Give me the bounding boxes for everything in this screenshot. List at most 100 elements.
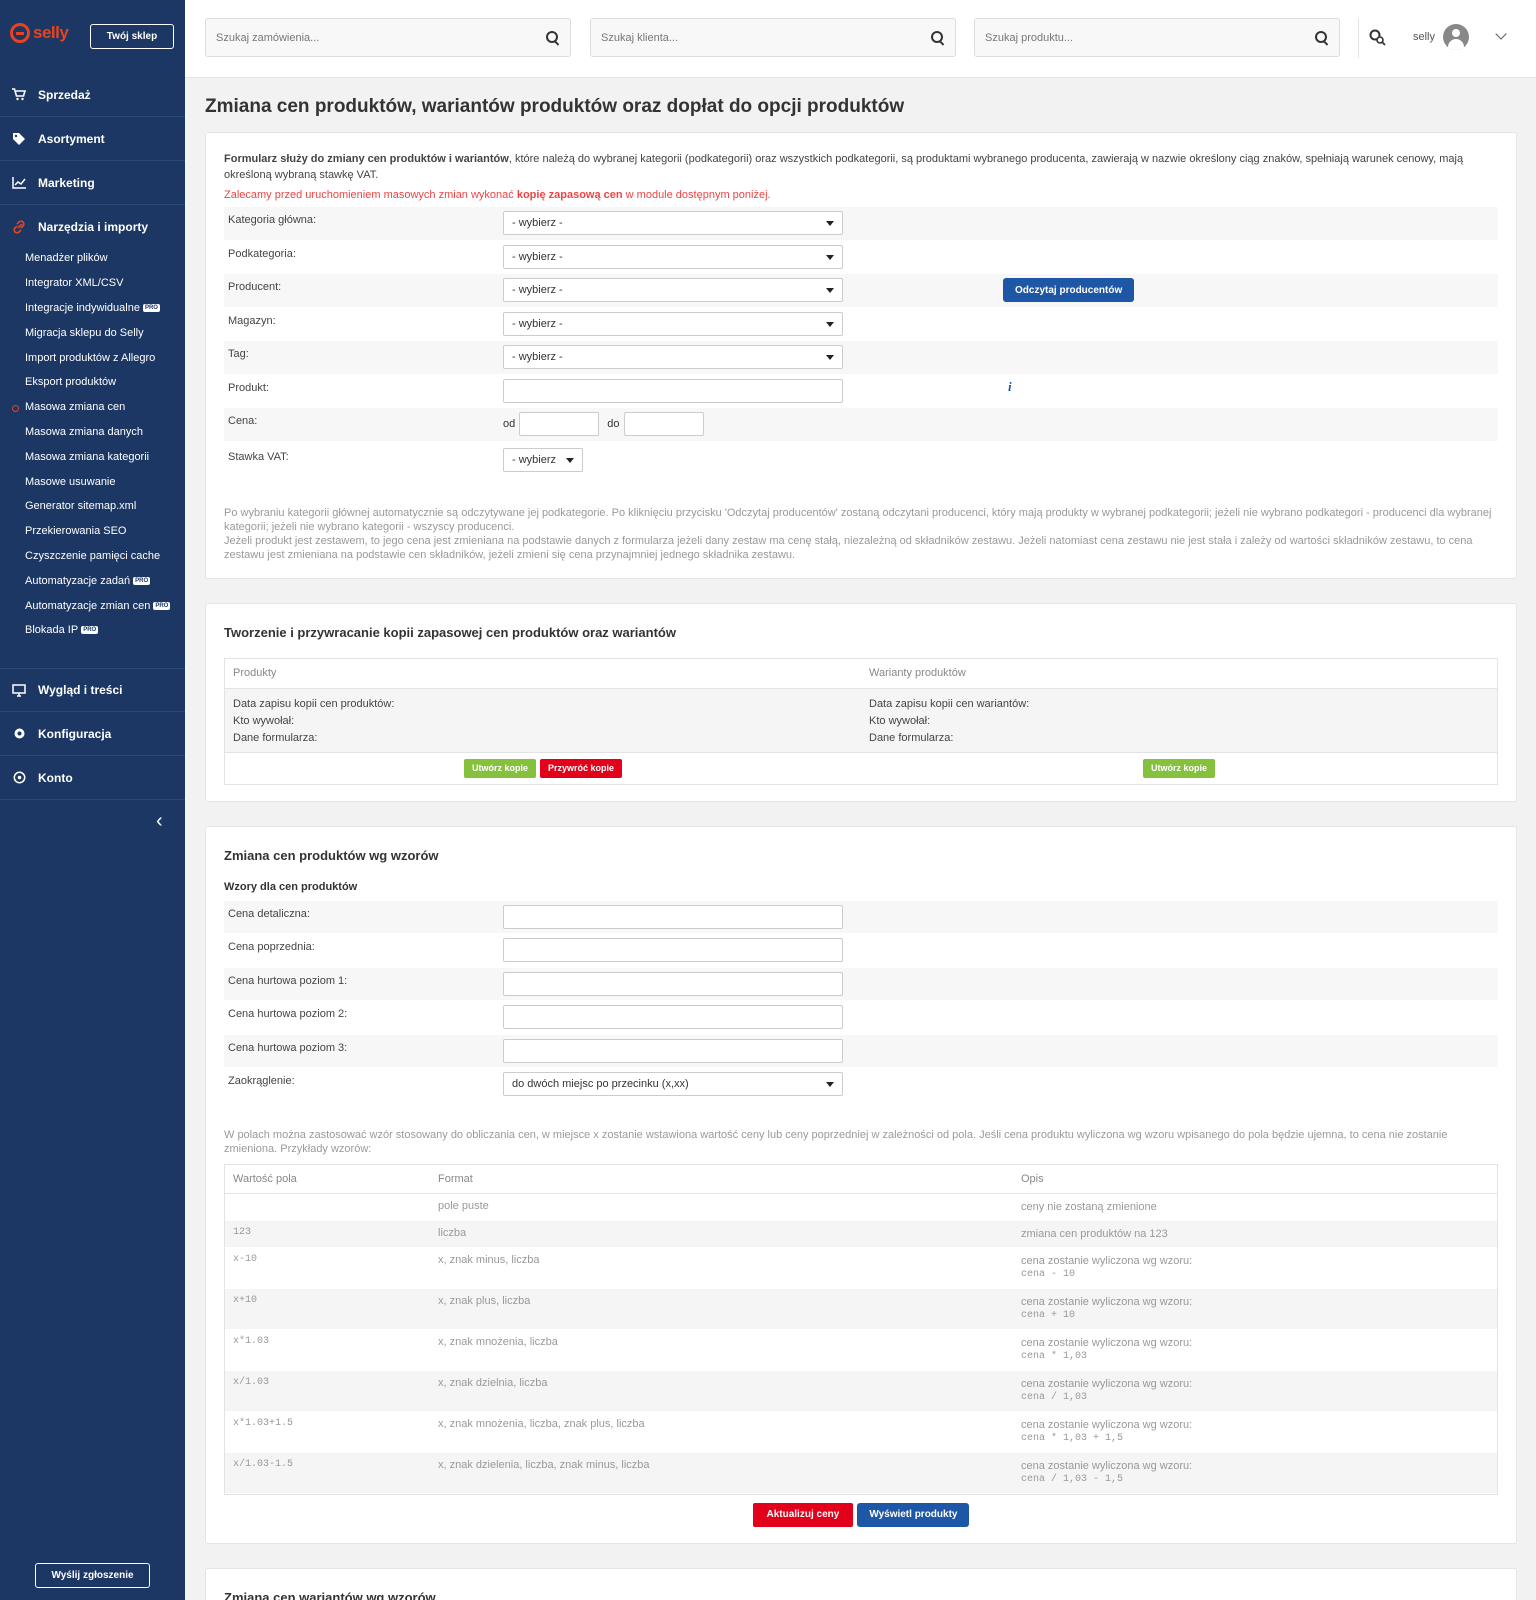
vat-select[interactable]: - wybierz — [503, 448, 583, 472]
wholesale2-input[interactable] — [503, 1005, 843, 1030]
create-variants-backup-button[interactable]: Utwórz kopie — [1142, 758, 1215, 778]
update-prices-button[interactable]: Aktualizuj ceny — [752, 1502, 854, 1527]
field-label: Zaokrąglenie: — [228, 1075, 295, 1088]
submenu-item[interactable]: Import produktów z Allegro — [0, 345, 185, 370]
field-label: Produkt: — [228, 381, 269, 394]
nav-label: Wygląd i treści — [38, 683, 123, 697]
collapse-sidebar-button[interactable]: ‹ — [156, 810, 163, 833]
gear-search-icon[interactable] — [1368, 28, 1386, 46]
nav-label: Konto — [38, 770, 73, 785]
variants-backup-info: Data zapisu kopii cen wariantów: Kto wyw… — [861, 696, 1497, 745]
nav-asortyment[interactable]: Asortyment — [0, 117, 185, 161]
nav-label: Sprzedaż — [38, 87, 91, 102]
submenu-item[interactable]: Masowa zmiana danych — [0, 420, 185, 445]
nav-konto[interactable]: Konto — [0, 756, 185, 800]
example-formula: cena / 1,03 - 1,5 — [1021, 1473, 1124, 1485]
submenu-item[interactable]: Przekierowania SEO — [0, 519, 185, 544]
submenu-item[interactable]: Czyszczenie pamięci cache — [0, 544, 185, 569]
warehouse-select[interactable]: - wybierz - — [503, 311, 843, 336]
send-ticket-button[interactable]: Wyślij zgłoszenie — [35, 1563, 150, 1588]
backup-panel: Tworzenie i przywracanie kopii zapasowej… — [205, 602, 1517, 802]
col-header: Opis — [1021, 1172, 1044, 1185]
submenu-item[interactable]: Eksport produktów — [0, 370, 185, 395]
examples-head: Wartość pola Format Opis — [225, 1165, 1497, 1194]
info-icon[interactable]: i — [1008, 379, 1012, 395]
submenu-label: Masowa zmiana cen — [25, 401, 126, 414]
rounding-select[interactable]: do dwóch miejsc po przecinku (x,xx) — [503, 1072, 843, 1097]
read-producers-button[interactable]: Odczytaj producentów — [1003, 278, 1135, 303]
price-to-input[interactable] — [623, 412, 704, 437]
section-subtitle: Wzory dla cen produktów — [224, 880, 358, 893]
submenu-item[interactable]: Automatyzacje zmian cen PRO — [0, 593, 185, 618]
logo-text: selly — [33, 23, 69, 42]
retail-price-input[interactable] — [503, 904, 843, 929]
search-orders-input[interactable]: Szukaj zamówienia... — [205, 18, 571, 57]
nav-marketing[interactable]: Marketing — [0, 161, 185, 205]
example-format: pole puste — [438, 1199, 489, 1212]
submenu-item[interactable]: Migracja sklepu do Selly — [0, 320, 185, 345]
category-select[interactable]: - wybierz - — [503, 211, 843, 236]
submenu-item[interactable]: Generator sitemap.xml — [0, 494, 185, 519]
subcategory-select[interactable]: - wybierz - — [503, 244, 843, 269]
formulas-note: W polach można zastosować wzór stosowany… — [224, 1128, 1448, 1155]
page-title: Zmiana cen produktów, wariantów produktó… — [205, 96, 905, 117]
nav-sprzedaz[interactable]: Sprzedaż — [0, 73, 185, 117]
submenu-label: Migracja sklepu do Selly — [25, 326, 144, 339]
filters-note: Po wybraniu kategorii głównej automatycz… — [224, 506, 1498, 562]
form-row: Cena hurtowa poziom 2: — [224, 1001, 1498, 1035]
submenu-item[interactable]: Integracje indywidualne PRO — [0, 296, 185, 321]
cart-icon — [12, 88, 26, 102]
formulas-panel: Zmiana cen produktów wg wzorów Wzory dla… — [205, 825, 1517, 1544]
show-products-button[interactable]: Wyświetl produkty — [857, 1502, 970, 1527]
nav-narzedzia[interactable]: Narzędzia i importy — [0, 205, 185, 249]
search-icon[interactable] — [931, 30, 945, 45]
submenu-item[interactable]: Blokada IP PRO — [0, 618, 185, 643]
product-input[interactable] — [503, 378, 843, 403]
example-row: x/1.03-1.5 x, znak dzielenia, liczba, zna… — [225, 1452, 1497, 1494]
example-formula: cena - 10 — [1021, 1268, 1076, 1280]
price-from-input[interactable] — [519, 412, 600, 437]
tools-submenu: Menadżer plików Integrator XML/CSV Integ… — [0, 246, 185, 643]
wholesale3-input[interactable] — [503, 1038, 843, 1063]
tag-icon — [12, 132, 26, 146]
search-products-input[interactable]: Szukaj produktu... — [974, 18, 1340, 57]
search-icon[interactable] — [1315, 30, 1329, 45]
form-row: Cena: od do — [224, 408, 1498, 442]
form-row: Cena poprzednia: — [224, 934, 1498, 968]
producer-select[interactable]: - wybierz - — [503, 278, 843, 303]
tag-select[interactable]: - wybierz - — [503, 345, 843, 370]
form-row: Cena hurtowa poziom 1: — [224, 967, 1498, 1001]
submenu-item[interactable]: Menadżer plików — [0, 246, 185, 271]
submenu-item[interactable]: Masowe usuwanie — [0, 469, 185, 494]
restore-products-backup-button[interactable]: Przywróć kopie — [539, 758, 623, 778]
wholesale1-input[interactable] — [503, 971, 843, 996]
create-products-backup-button[interactable]: Utwórz kopie — [463, 758, 536, 778]
search-icon[interactable] — [546, 30, 560, 45]
chevron-down-icon[interactable] — [1495, 28, 1507, 40]
submenu-item[interactable]: Automatyzacje zadań PRO — [0, 568, 185, 593]
example-value: x/1.03-1.5 — [233, 1458, 294, 1470]
submenu-item[interactable]: Masowa zmiana kategorii — [0, 444, 185, 469]
previous-price-input[interactable] — [503, 938, 843, 963]
submenu-label: Masowa zmiana kategorii — [25, 450, 150, 463]
example-value: 123 — [233, 1226, 252, 1238]
user-menu[interactable]: selly — [1413, 24, 1470, 50]
nav-konfiguracja[interactable]: Konfiguracja — [0, 712, 185, 756]
example-value: x*1.03+1.5 — [233, 1417, 294, 1429]
backup-form-data: Dane formularza: — [869, 731, 954, 744]
variants-panel: Zmiana cen wariantów wg wzorów — [205, 1567, 1517, 1600]
selly-logo[interactable]: selly — [10, 23, 69, 43]
form-row: Produkt: i — [224, 375, 1498, 408]
monitor-icon — [12, 683, 26, 697]
submenu-item[interactable]: Integrator XML/CSV — [0, 271, 185, 296]
search-clients-input[interactable]: Szukaj klienta... — [590, 18, 956, 57]
nav-wyglad[interactable]: Wygląd i treści — [0, 668, 185, 712]
example-desc: cena zostanie wyliczona wg wzoru: cena / … — [1021, 1459, 1497, 1487]
form-row: Producent: - wybierz - Odczytaj producentó… — [224, 274, 1498, 308]
pro-badge: PRO — [81, 626, 99, 635]
col-header: Produkty — [233, 666, 277, 679]
submenu-item-active[interactable]: Masowa zmiana cen — [0, 395, 185, 420]
example-value: x-10 — [233, 1253, 258, 1265]
form-row: Tag: - wybierz - — [224, 341, 1498, 375]
shop-button[interactable]: Twój sklep — [90, 24, 174, 49]
